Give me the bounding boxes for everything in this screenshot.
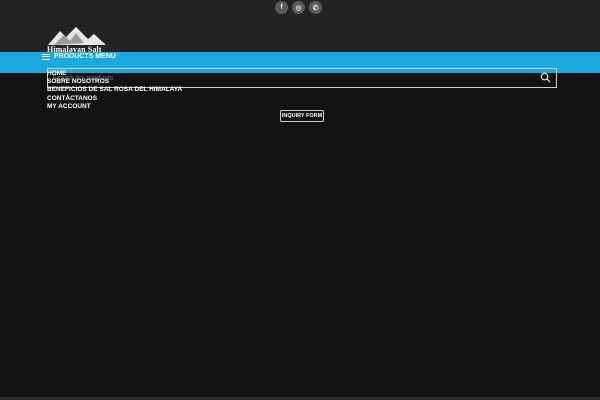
facebook-icon[interactable]: f [275, 1, 288, 14]
nav-item-home[interactable]: HOME [47, 70, 182, 78]
social-links: f ◎ ✆ [275, 1, 322, 14]
hamburger-icon [42, 53, 50, 60]
products-menu-label: PRODUCTS MENU [54, 53, 116, 60]
header-top-bar: f ◎ ✆ Himalayan Salt [0, 0, 600, 54]
main-nav-menu: HOME SOBRE NOSOTROS BENEFICIOS DE SAL RO… [47, 70, 182, 111]
nav-item-contactanos[interactable]: CONTÁCTANOS [47, 95, 182, 103]
search-icon[interactable] [540, 72, 551, 83]
nav-item-my-account[interactable]: MY ACCOUNT [47, 103, 182, 111]
inquiry-form-button[interactable]: INQUIRY FORM [280, 110, 324, 122]
whatsapp-icon[interactable]: ✆ [309, 1, 322, 14]
mountain-logo-icon [48, 27, 106, 45]
nav-item-beneficios[interactable]: BENEFICIOS DE SAL ROSA DEL HIMALAYA [47, 86, 182, 94]
instagram-icon[interactable]: ◎ [292, 1, 305, 14]
nav-item-sobre-nosotros[interactable]: SOBRE NOSOTROS [47, 78, 182, 86]
products-menu-toggle[interactable]: PRODUCTS MENU [42, 52, 116, 61]
